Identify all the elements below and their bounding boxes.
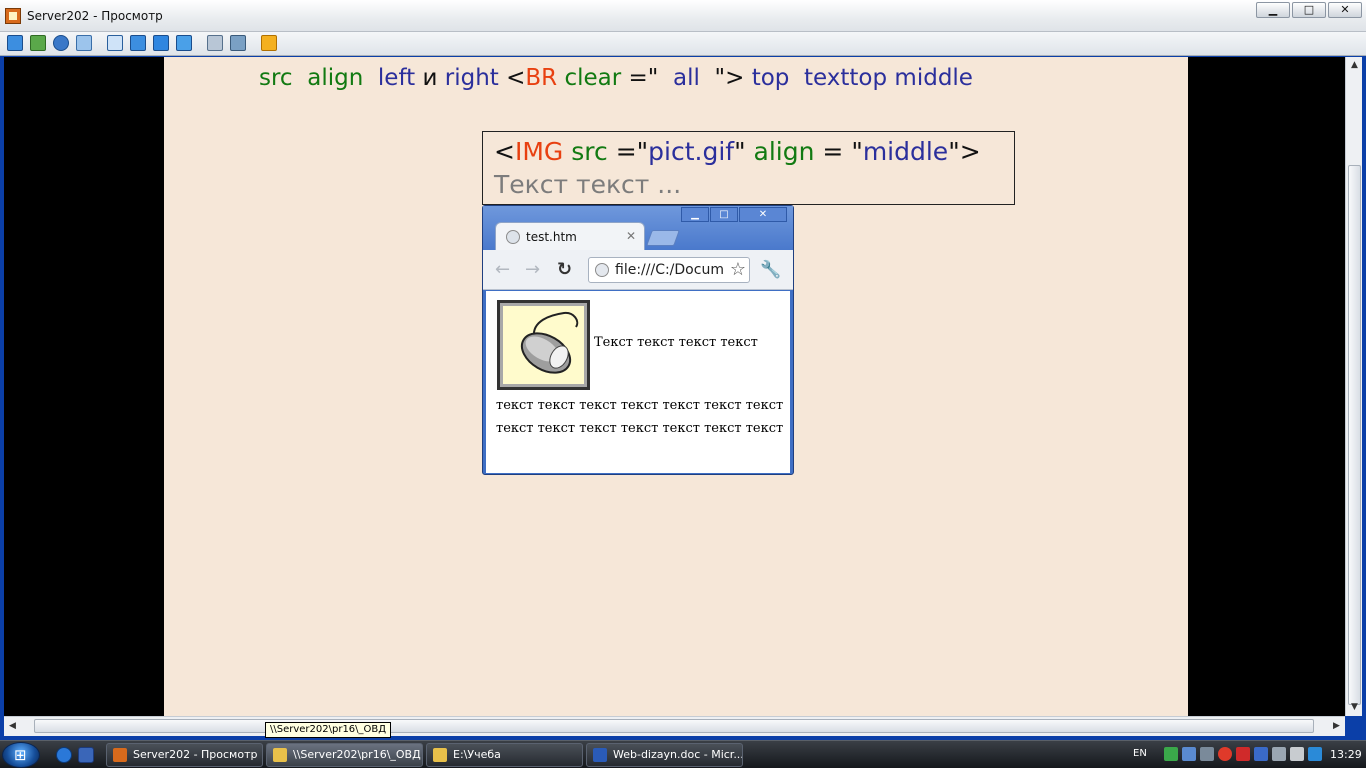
task-label: Web-dizayn.doc - Micr... [613,748,743,761]
attribute-list: src align left и right <BR clear =" all … [259,65,973,91]
remote-viewport[interactable]: src align left и right <BR clear =" all … [4,57,1345,716]
browser-navbar: ← → ↻ file:///C:/Documents ☆ 🔧 [483,250,793,290]
scroll-right-icon[interactable]: ▶ [1328,717,1345,736]
browser-content: Текст текст текст текст текст текст текс… [486,291,790,473]
tooltip: \\Server202\pr16\_ОВД [265,722,392,738]
tray-icon[interactable] [1290,747,1304,761]
screen-icon[interactable] [153,35,169,51]
tools-icon[interactable] [230,35,246,51]
capture-icon[interactable] [207,35,223,51]
tab-close-icon: ✕ [625,229,636,243]
reload-icon: ↻ [557,259,573,280]
task-label: E:\Учеба [453,748,501,761]
tray-icon[interactable] [1200,747,1214,761]
chat-icon[interactable] [30,35,46,51]
text-wrapped: текст текст текст текст текст текст текс… [496,398,784,436]
task-folder-ucheba[interactable]: E:\Учеба [426,743,583,767]
window-icon[interactable] [107,35,123,51]
viewer-task-icon [113,748,127,762]
folder-icon [433,748,447,762]
close-icon[interactable] [261,35,277,51]
maximize-button[interactable]: □ [1292,2,1326,18]
fullscreen-icon[interactable] [130,35,146,51]
close-button[interactable]: ✕ [1328,2,1362,18]
globe-icon [506,230,520,244]
minimize-button[interactable]: ▁ [1256,2,1290,18]
app-icon [5,8,21,24]
text-middle-line: Текст текст текст текст [594,335,758,350]
shield-icon[interactable] [1236,747,1250,761]
internet-explorer-icon[interactable] [56,747,72,763]
monitor-tray-icon[interactable] [1254,747,1268,761]
code-example-line: <IMG src ="pict.gif" align = "middle"> [494,137,981,166]
language-indicator[interactable]: EN [1133,748,1147,759]
url-text: file:///C:/Documents [615,262,723,278]
phone-icon[interactable] [53,35,69,51]
clock[interactable]: 13:29 [1330,748,1362,761]
tray-icon[interactable] [1182,747,1196,761]
vertical-scroll-thumb[interactable] [1348,165,1361,705]
example-text: Текст текст ... [494,170,682,199]
tab-title: test.htm [526,230,577,244]
browser-caption-buttons: ▁ □ ✕ [681,207,787,222]
code-example-box: <IMG src ="pict.gif" align = "middle"> Т… [482,131,1015,205]
vertical-scrollbar[interactable]: ▲ ▼ [1345,57,1362,716]
monitor-icon[interactable] [7,35,23,51]
network-icon[interactable] [1164,747,1178,761]
task-label: Server202 - Просмотр [133,748,258,761]
title-bar[interactable]: Server202 - Просмотр ▁ □ ✕ [0,0,1366,32]
address-bar: file:///C:/Documents ☆ [588,257,750,283]
zoom-icon[interactable] [176,35,192,51]
browser-minimize-icon: ▁ [681,207,709,222]
back-icon: ← [495,259,511,280]
task-word-document[interactable]: Web-dizayn.doc - Micr... [586,743,743,767]
mouse-picture [497,300,590,390]
star-icon: ☆ [729,259,746,280]
presentation-slide: src align left и right <BR clear =" all … [164,57,1188,716]
browser-close-icon: ✕ [739,207,787,222]
viewer-toolbar [0,32,1366,56]
scroll-up-icon[interactable]: ▲ [1346,57,1363,74]
folder-icon [273,748,287,762]
start-button[interactable] [2,742,40,768]
task-label: \\Server202\pr16\_ОВД [293,748,421,761]
antivirus-icon[interactable] [1218,747,1232,761]
taskbar: Server202 - Просмотр \\Server202\pr16\_О… [0,740,1366,768]
scroll-left-icon[interactable]: ◀ [4,717,21,736]
horizontal-scroll-thumb[interactable] [34,719,1314,733]
caption-buttons: ▁ □ ✕ [1256,2,1362,18]
browser-tab: test.htm ✕ [495,222,645,250]
mouse-icon [520,311,579,374]
wrench-icon: 🔧 [760,260,782,280]
volume-icon[interactable] [1272,747,1286,761]
new-tab-icon [646,230,680,246]
word-icon [593,748,607,762]
browser-screenshot: ▁ □ ✕ test.htm ✕ ← → ↻ file:///C:/Docum … [482,205,794,475]
forward-icon: → [525,259,541,280]
scroll-down-icon[interactable]: ▼ [1346,699,1363,716]
quicklaunch-icon[interactable] [78,747,94,763]
horizontal-scrollbar[interactable]: ◀ ▶ [4,716,1345,736]
bluetooth-icon[interactable] [1308,747,1322,761]
browser-maximize-icon: □ [710,207,738,222]
window-title: Server202 - Просмотр [27,9,163,23]
page-icon [595,263,609,277]
viewer-window: Server202 - Просмотр ▁ □ ✕ src align lef… [0,0,1366,740]
message-icon[interactable] [76,35,92,51]
task-server202-viewer[interactable]: Server202 - Просмотр [106,743,263,767]
task-folder-ovd[interactable]: \\Server202\pr16\_ОВД [266,743,423,767]
